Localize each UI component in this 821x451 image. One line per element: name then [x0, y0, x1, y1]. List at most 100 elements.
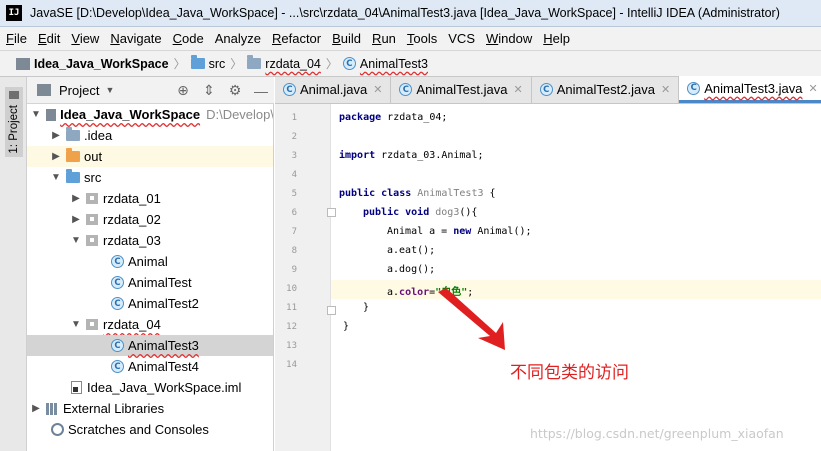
menu-bar: File Edit View Navigate Code Analyze Ref… [0, 27, 821, 50]
class-icon: C [283, 83, 296, 96]
class-icon: C [111, 276, 124, 289]
line-number: 13 [286, 341, 297, 351]
tree-item-external-libraries[interactable]: ▶ External Libraries [27, 398, 273, 419]
tree-item-src[interactable]: ▼ src [27, 167, 273, 188]
breadcrumb-package[interactable]: rzdata_04 [247, 55, 321, 71]
tree-item-root[interactable]: ▼ Idea_Java_WorkSpace D:\Develop\ [27, 104, 273, 125]
tab-animaltest-java[interactable]: C AnimalTest.java ✕ [391, 76, 532, 103]
tree-item-rzdata-01[interactable]: ▶ rzdata_01 [27, 188, 273, 209]
project-panel-header: Project ▼ ⊕ ⇕ ⚙ — [27, 77, 274, 104]
menu-edit[interactable]: Edit [38, 31, 60, 46]
project-tool-icon [9, 91, 19, 99]
package-icon [247, 55, 262, 69]
chevron-right-icon[interactable]: ▶ [71, 214, 81, 225]
project-folder-icon [45, 108, 57, 121]
chevron-right-icon[interactable]: ▶ [51, 151, 61, 162]
menu-analyze[interactable]: Analyze [215, 31, 261, 46]
project-view-icon [37, 84, 51, 96]
code-line-3: import rzdata_03.Animal; [339, 150, 484, 161]
class-icon: C [342, 57, 356, 70]
line-number: 3 [291, 151, 297, 161]
chevron-right-icon[interactable]: ▶ [31, 403, 41, 414]
breadcrumb-project[interactable]: Idea_Java_WorkSpace [16, 57, 169, 71]
intellij-icon: IJ [6, 5, 22, 21]
chevron-down-icon[interactable]: ▼ [31, 109, 41, 120]
package-icon [86, 214, 98, 225]
code-line-10: a.color="白色"; [387, 287, 474, 298]
tree-item-iml[interactable]: Idea_Java_WorkSpace.iml [27, 377, 273, 398]
chevron-right-icon[interactable]: ▶ [71, 193, 81, 204]
line-number: 8 [291, 246, 297, 256]
tree-item-animaltest3[interactable]: C AnimalTest3 [27, 335, 273, 356]
tree-item-animaltest[interactable]: C AnimalTest [27, 272, 273, 293]
project-tool-tab[interactable]: 1: Project [5, 87, 23, 157]
tree-item-out[interactable]: ▶ out [27, 146, 273, 167]
tab-animaltest2-java[interactable]: C AnimalTest2.java ✕ [532, 76, 680, 103]
package-icon [86, 193, 98, 204]
chevron-right-icon[interactable]: ▶ [51, 130, 61, 141]
menu-run[interactable]: Run [372, 31, 396, 46]
line-number: 11 [286, 303, 297, 313]
hide-icon[interactable]: — [248, 83, 274, 99]
menu-help[interactable]: Help [543, 31, 570, 46]
tree-item-scratches[interactable]: Scratches and Consoles [27, 419, 273, 440]
tree-item-animal[interactable]: C Animal [27, 251, 273, 272]
code-line-11: } [363, 302, 370, 313]
class-icon: C [687, 81, 701, 95]
breadcrumb-file[interactable]: C AnimalTest3 [342, 57, 428, 71]
menu-view[interactable]: View [71, 31, 99, 46]
tree-item-animaltest4[interactable]: C AnimalTest4 [27, 356, 273, 377]
title-bar: IJ JavaSE [D:\Develop\Idea_Java_WorkSpac… [0, 0, 821, 27]
close-icon[interactable]: ✕ [373, 83, 382, 96]
class-icon: C [111, 360, 124, 373]
tree-item-rzdata-02[interactable]: ▶ rzdata_02 [27, 209, 273, 230]
menu-refactor[interactable]: Refactor [272, 31, 321, 46]
line-number: 1 [291, 113, 297, 123]
menu-tools[interactable]: Tools [407, 31, 437, 46]
project-view-selector[interactable]: Project [59, 83, 99, 98]
editor-tabs: C Animal.java ✕ C AnimalTest.java ✕ C An… [275, 76, 821, 104]
menu-code[interactable]: Code [173, 31, 204, 46]
menu-window[interactable]: Window [486, 31, 532, 46]
line-number: 12 [286, 322, 297, 332]
project-folder-icon [16, 57, 30, 70]
line-number: 4 [291, 170, 297, 180]
code-line-9: a.dog(); [387, 264, 436, 275]
chevron-down-icon[interactable]: ▼ [105, 85, 114, 95]
menu-build[interactable]: Build [332, 31, 361, 46]
tool-window-strip: 1: Project [0, 77, 27, 451]
fold-marker-icon[interactable] [327, 306, 336, 315]
scratches-icon [51, 423, 64, 436]
chevron-down-icon[interactable]: ▼ [51, 172, 61, 183]
breadcrumb: Idea_Java_WorkSpace 〉 src 〉 rzdata_04 〉 … [0, 50, 821, 77]
menu-navigate[interactable]: Navigate [110, 31, 161, 46]
code-line-12: } [343, 321, 350, 332]
gear-icon[interactable]: ⚙ [222, 82, 248, 99]
line-number: 10 [286, 284, 297, 294]
breadcrumb-src[interactable]: src [190, 55, 225, 71]
class-icon: C [111, 339, 124, 352]
output-folder-icon [66, 148, 80, 162]
fold-marker-icon[interactable] [327, 208, 336, 217]
chevron-down-icon[interactable]: ▼ [71, 319, 81, 330]
code-line-8: a.eat(); [387, 245, 436, 256]
annotation-text: 不同包类的访问 [510, 363, 629, 383]
tab-animaltest3-java[interactable]: C AnimalTest3.java ✕ [679, 76, 821, 103]
close-icon[interactable]: ✕ [661, 83, 670, 96]
collapse-all-icon[interactable]: ⇕ [196, 82, 222, 99]
locate-icon[interactable]: ⊕ [170, 82, 196, 99]
menu-file[interactable]: File [6, 31, 27, 46]
line-number: 7 [291, 227, 297, 237]
menu-vcs[interactable]: VCS [448, 31, 475, 46]
tree-item-animaltest2[interactable]: C AnimalTest2 [27, 293, 273, 314]
close-icon[interactable]: ✕ [808, 82, 817, 95]
chevron-down-icon[interactable]: ▼ [71, 235, 81, 246]
watermark: https://blog.csdn.net/greenplum_xiaofan [530, 426, 784, 441]
tree-item-rzdata-04[interactable]: ▼ rzdata_04 [27, 314, 273, 335]
close-icon[interactable]: ✕ [513, 83, 522, 96]
code-line-6: public void dog3(){ [363, 207, 478, 218]
tab-animal-java[interactable]: C Animal.java ✕ [275, 76, 392, 103]
tree-item-rzdata-03[interactable]: ▼ rzdata_03 [27, 230, 273, 251]
code-editor[interactable]: 1 2 3 4 5 6 7 8 9 10 11 12 13 14 package… [275, 104, 821, 451]
tree-item-idea[interactable]: ▶ .idea [27, 125, 273, 146]
